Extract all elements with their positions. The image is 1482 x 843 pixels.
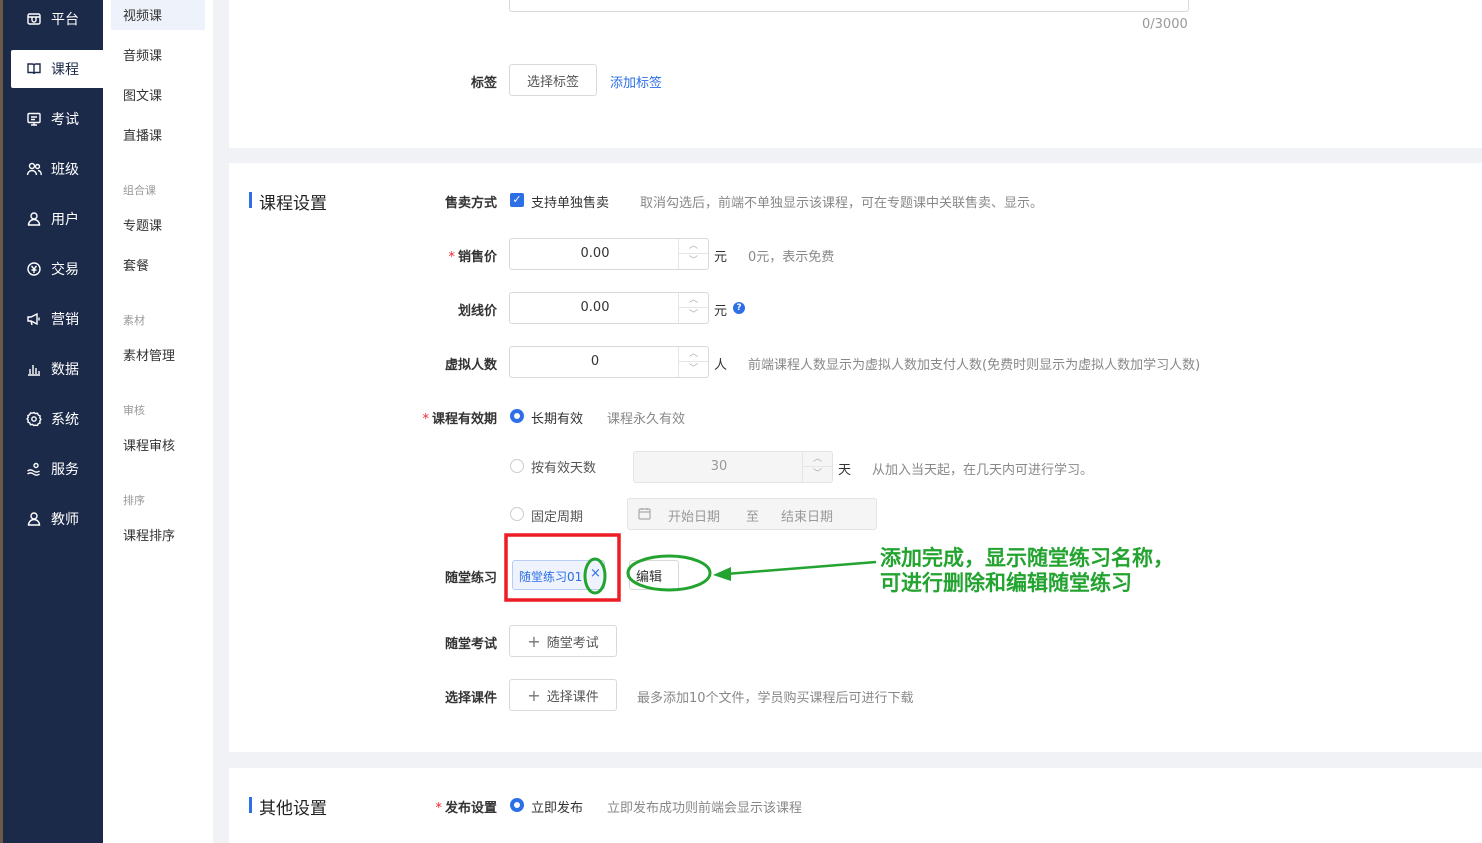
annotation-overlay — [504, 533, 877, 602]
annotation-line-1: 添加完成，显示随堂练习名称， — [880, 545, 1174, 570]
annotation-line-2: 可进行删除和编辑随堂练习 — [880, 570, 1132, 595]
green-circle-remove — [583, 557, 607, 595]
green-arrow-head — [713, 567, 731, 581]
green-circle-edit — [626, 554, 712, 592]
green-arrow-line — [725, 560, 877, 576]
